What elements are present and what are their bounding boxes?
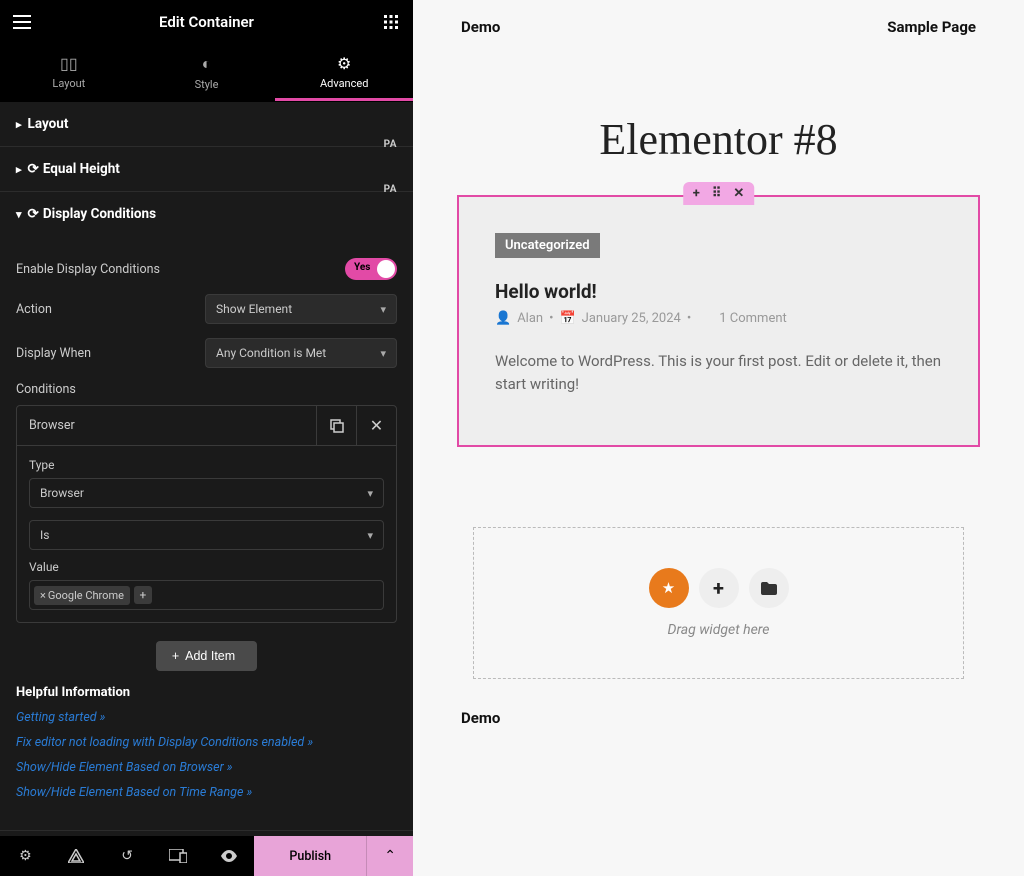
close-icon[interactable]: ✕ [733,186,744,201]
post-card[interactable]: Uncategorized Hello world! 👤 Alan • 📅 Ja… [457,195,980,447]
add-item-button[interactable]: +Add Item [156,641,257,671]
style-icon: ◐ [138,54,276,74]
post-body: Welcome to WordPress. This is your first… [495,350,942,395]
drop-zone[interactable]: ★ + Drag widget here [473,527,964,679]
nav-sample-page[interactable]: Sample Page [887,18,976,36]
tab-layout[interactable]: ▯▯ Layout [0,44,138,101]
calendar-icon: 📅 [559,311,575,326]
add-widget-button[interactable]: + [699,568,739,608]
remove-tag-icon[interactable]: × [40,589,46,602]
templates-button[interactable] [749,568,789,608]
layout-icon: ▯▯ [0,54,138,73]
value-tag[interactable]: ×Google Chrome [34,586,130,605]
navigator-button[interactable] [51,836,102,876]
conditions-label: Conditions [16,382,397,397]
action-label: Action [16,302,205,317]
widget-handle[interactable]: + ⠿ ✕ [683,182,755,205]
publish-button[interactable]: Publish [254,836,366,876]
help-heading: Helpful Information [16,685,397,700]
value-label: Value [29,560,384,574]
preview-button[interactable] [203,836,254,876]
caret-right-icon: ▸ [16,163,22,176]
duplicate-condition-button[interactable] [316,406,356,445]
help-link[interactable]: Getting started » [16,710,397,725]
help-link[interactable]: Fix editor not loading with Display Cond… [16,735,397,750]
tab-style[interactable]: ◐ Style [138,44,276,101]
panel-title: Edit Container [44,13,369,31]
tab-advanced[interactable]: ⚙ Advanced [275,44,413,101]
favorites-button[interactable]: ★ [649,568,689,608]
user-icon: 👤 [495,311,511,326]
section-equal-height[interactable]: ▸ ⟳ Equal Height [0,147,413,191]
post-meta: 👤 Alan • 📅 January 25, 2024 • 1 Comment [495,311,942,326]
plus-icon: + [172,649,179,663]
widgets-grid-button[interactable] [369,0,413,44]
menu-button[interactable] [0,0,44,44]
condition-name[interactable]: Browser [17,406,316,445]
post-author[interactable]: Alan [517,311,543,326]
operator-select[interactable]: Is [29,520,384,550]
publish-options-button[interactable]: ⌃ [366,836,413,876]
post-date: January 25, 2024 [582,311,681,326]
caret-right-icon: ▸ [16,118,22,131]
bottom-demo[interactable]: Demo [461,709,976,727]
responsive-button[interactable] [153,836,204,876]
display-when-label: Display When [16,346,205,361]
display-when-select[interactable]: Any Condition is Met [205,338,397,368]
category-badge[interactable]: Uncategorized [495,233,600,258]
type-select[interactable]: Browser [29,478,384,508]
post-comments[interactable]: 1 Comment [719,311,787,326]
nav-demo[interactable]: Demo [461,18,500,36]
settings-button[interactable]: ⚙ [0,836,51,876]
page-title: Elementor #8 [413,114,1024,165]
enable-conditions-label: Enable Display Conditions [16,262,345,277]
drag-icon[interactable]: ⠿ [712,186,722,201]
type-label: Type [29,458,384,472]
help-link[interactable]: Show/Hide Element Based on Browser » [16,760,397,775]
history-button[interactable]: ↺ [102,836,153,876]
refresh-icon: ⟳ [28,206,39,222]
section-layout[interactable]: ▸ Layout [0,102,413,146]
help-link[interactable]: Show/Hide Element Based on Time Range » [16,785,397,800]
post-title[interactable]: Hello world! [495,280,942,303]
section-display-conditions[interactable]: ▾ ⟳ Display Conditions [0,192,413,236]
enable-conditions-toggle[interactable]: Yes [345,258,397,280]
refresh-icon: ⟳ [28,161,39,177]
gear-icon: ⚙ [275,54,413,73]
add-widget-icon[interactable]: + [693,186,700,201]
drop-label: Drag widget here [514,622,923,638]
add-tag-button[interactable]: + [134,586,152,604]
value-input[interactable]: ×Google Chrome + [29,580,384,610]
remove-condition-button[interactable]: ✕ [356,406,396,445]
action-select[interactable]: Show Element [205,294,397,324]
caret-down-icon: ▾ [16,208,22,221]
